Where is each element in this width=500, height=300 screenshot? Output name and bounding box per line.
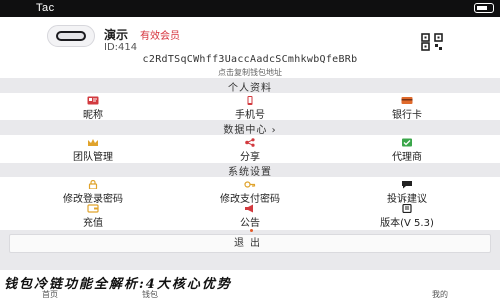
- menu-item-label: 分享: [240, 152, 260, 163]
- tab-wallet[interactable]: 钱包: [130, 290, 170, 300]
- agent-icon: [402, 138, 412, 147]
- menu-item-bank-card[interactable]: 银行卡: [324, 96, 490, 121]
- menu-item-label: 代理商: [392, 152, 422, 163]
- article-banner[interactable]: 钱包冷链功能全解析:4大核心优势: [0, 270, 500, 290]
- section-title-data-center[interactable]: 数据中心 ›: [0, 121, 500, 136]
- crown-icon: [88, 139, 98, 146]
- menu-item-label: 团队管理: [73, 152, 113, 163]
- menu-item-label: 版本(V 5.3): [380, 218, 434, 229]
- profile-name: 演示: [104, 28, 129, 42]
- profile-card: 演示 有效会员 ID:414 c2RdTSqCWhff3UaccAadcSCmh…: [0, 17, 500, 78]
- menu-item-feedback[interactable]: 投诉建议: [324, 180, 490, 205]
- menu-item-team[interactable]: 团队管理: [10, 138, 176, 163]
- lock-icon: [88, 180, 98, 189]
- menu-item-login-password[interactable]: 修改登录密码: [10, 180, 176, 205]
- logout-button[interactable]: 退出: [9, 234, 491, 253]
- menu-item-nickname[interactable]: 昵称: [10, 96, 176, 121]
- menu-item-agent[interactable]: 代理商: [324, 138, 490, 163]
- menu-item-label: 银行卡: [392, 110, 422, 121]
- section-title-system: 系统设置: [228, 167, 272, 178]
- bottom-tab-bar: 首页 钱包 我的: [0, 290, 500, 300]
- menu-item-phone[interactable]: 手机号: [167, 96, 333, 121]
- battery-icon: [474, 3, 494, 13]
- wallet-address[interactable]: c2RdTSqCWhff3UaccAadcSCmhkwbQfeBRb: [0, 54, 500, 65]
- version-icon: [402, 204, 412, 213]
- bank-card-icon: [401, 97, 413, 104]
- carrier-label: Tac: [36, 2, 55, 14]
- megaphone-icon: [245, 204, 253, 213]
- menu-item-pay-password[interactable]: 修改支付密码: [167, 180, 333, 205]
- menu-item-label: 充值: [83, 218, 103, 229]
- tab-mine[interactable]: 我的: [420, 290, 460, 300]
- status-bar: Tac: [0, 0, 500, 17]
- profile-id: ID:414: [104, 42, 138, 53]
- copy-address-hint[interactable]: 点击复制钱包地址: [0, 67, 500, 78]
- phone-icon: [247, 96, 253, 105]
- menu-item-label: 修改支付密码: [220, 194, 280, 205]
- menu-item-label: 昵称: [83, 110, 103, 121]
- banner-text: 钱包冷链功能全解析:4大核心优势: [4, 277, 232, 290]
- avatar-toggle-icon: [56, 31, 86, 41]
- qr-code-icon[interactable]: [421, 33, 443, 51]
- menu-item-label: 修改登录密码: [63, 194, 123, 205]
- menu-item-label: 公告: [240, 218, 260, 229]
- chat-icon: [402, 181, 412, 189]
- wallet-icon: [87, 204, 99, 213]
- section-title-personal: 个人资料: [228, 83, 272, 94]
- menu-item-label: 手机号: [235, 110, 265, 121]
- menu-item-share[interactable]: 分享: [167, 138, 333, 163]
- system-card: 修改登录密码 修改支付密码 投诉建议 充值 公告 版本(V 5.3): [0, 177, 500, 232]
- id-card-icon: [87, 96, 99, 105]
- avatar[interactable]: [47, 25, 95, 47]
- menu-item-recharge[interactable]: 充值: [10, 204, 176, 229]
- notification-dot: [249, 229, 253, 232]
- tab-home[interactable]: 首页: [30, 290, 70, 300]
- key-icon: [244, 181, 256, 188]
- menu-item-label: 投诉建议: [387, 194, 427, 205]
- member-badge: 有效会员: [140, 31, 180, 42]
- menu-item-version[interactable]: 版本(V 5.3): [324, 204, 490, 229]
- data-center-card: 团队管理 分享 代理商: [0, 135, 500, 163]
- share-icon: [245, 138, 255, 147]
- personal-card: 昵称 手机号 银行卡: [0, 93, 500, 121]
